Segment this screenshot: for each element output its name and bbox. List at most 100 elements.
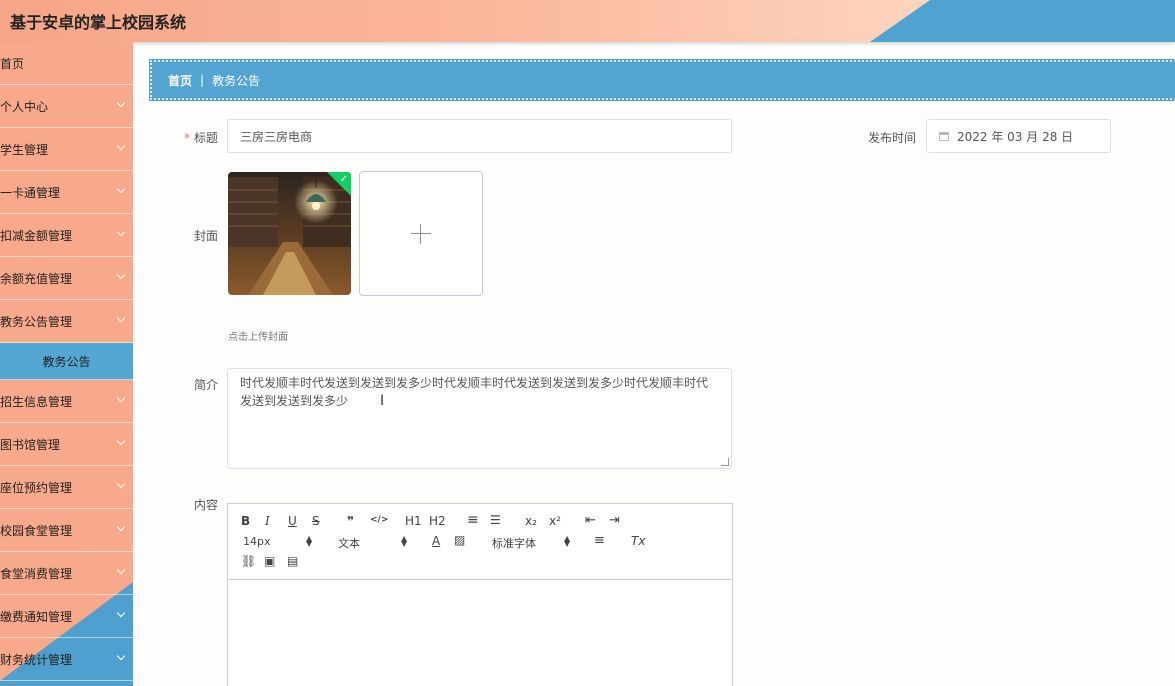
publish-time-value: 2022 年 03 月 28 日 bbox=[957, 129, 1074, 144]
sidebar-item-home[interactable]: 首页 bbox=[0, 42, 133, 85]
chevron-down-icon bbox=[116, 98, 126, 108]
upload-hint: 点击上传封面 bbox=[228, 332, 288, 343]
sidebar-item-label: 缴费通知管理 bbox=[0, 609, 73, 624]
title-label-text: 标题 bbox=[193, 131, 218, 145]
chevron-down-icon bbox=[116, 184, 126, 194]
text-color-button[interactable]: A bbox=[432, 534, 440, 548]
sidebar-item-label: 食堂消费管理 bbox=[0, 566, 73, 581]
title-input[interactable]: 三房三房电商 bbox=[227, 119, 732, 153]
h1-button[interactable]: H1 bbox=[405, 514, 422, 528]
chevron-down-icon bbox=[116, 270, 126, 280]
italic-button[interactable]: I bbox=[265, 514, 270, 528]
strike-button[interactable]: S bbox=[312, 514, 320, 528]
sidebar-item-label: 余额充值管理 bbox=[0, 271, 73, 286]
indent-button[interactable]: ⇥ bbox=[609, 513, 620, 528]
breadcrumb: 首页 | 教务公告 bbox=[149, 59, 1175, 101]
chevron-down-icon bbox=[116, 651, 126, 661]
cover-label: 封面 bbox=[193, 229, 218, 243]
font-size-arrows-icon: ▲ ▼ bbox=[306, 534, 313, 548]
paragraph-arrows-icon: ▲ ▼ bbox=[401, 534, 408, 548]
chevron-down-icon bbox=[116, 522, 126, 532]
chevron-down-icon bbox=[116, 227, 126, 237]
align-button[interactable]: ≡ bbox=[594, 533, 605, 548]
breadcrumb-separator: | bbox=[200, 73, 205, 87]
sidebar-item-seat[interactable]: 座位预约管理 bbox=[0, 466, 133, 509]
chevron-down-icon bbox=[116, 393, 126, 403]
highlight-icon[interactable]: ▨ bbox=[454, 533, 465, 547]
subscript-button[interactable]: x₂ bbox=[525, 514, 537, 528]
sidebar: 首页 个人中心 学生管理 一卡通管理 扣减金额管理 余额充值管理 教务公告管理 … bbox=[0, 42, 133, 686]
clear-format-button[interactable]: Tx bbox=[631, 534, 645, 548]
sidebar-item-admission[interactable]: 招生信息管理 bbox=[0, 380, 133, 423]
title-input-value: 三房三房电商 bbox=[240, 129, 313, 144]
app-header: 基于安卓的掌上校园系统 bbox=[0, 0, 1175, 42]
publish-time-picker[interactable]: 2022 年 03 月 28 日 bbox=[926, 119, 1111, 153]
chevron-down-icon bbox=[116, 608, 126, 618]
cover-image[interactable]: ✓ bbox=[228, 172, 351, 295]
outdent-button[interactable]: ⇤ bbox=[585, 513, 596, 528]
sidebar-item-students[interactable]: 学生管理 bbox=[0, 128, 133, 171]
font-family-select[interactable]: 标准字体 bbox=[492, 535, 536, 551]
upload-cover-button[interactable] bbox=[359, 171, 483, 296]
sidebar-item-personal[interactable]: 个人中心 bbox=[0, 85, 133, 128]
chevron-down-icon bbox=[116, 565, 126, 575]
breadcrumb-home[interactable]: 首页 bbox=[168, 72, 192, 89]
app-title: 基于安卓的掌上校园系统 bbox=[10, 13, 187, 32]
sidebar-item-canteen[interactable]: 校园食堂管理 bbox=[0, 509, 133, 552]
summary-value: 时代发顺丰时代发送到发送到发多少时代发顺丰时代发送到发送到发多少时代发顺丰时代发… bbox=[240, 376, 709, 408]
sidebar-item-canteen-consume[interactable]: 食堂消费管理 bbox=[0, 552, 133, 595]
sidebar-item-label: 学生管理 bbox=[0, 142, 49, 157]
sidebar-item-payment[interactable]: 缴费通知管理 bbox=[0, 595, 133, 638]
sidebar-item-label: 教务公告 bbox=[42, 354, 91, 369]
editor-content-area[interactable] bbox=[228, 580, 732, 686]
font-size-select[interactable]: 14px bbox=[243, 535, 271, 548]
editor-toolbar: B I U S ❞ </> H1 H2 ≡ ☰ x₂ x² ⇤ ⇥ 14px ▲… bbox=[228, 504, 732, 580]
font-family-arrows-icon: ▲ ▼ bbox=[564, 534, 571, 548]
sidebar-item-recharge[interactable]: 余额充值管理 bbox=[0, 257, 133, 300]
chevron-down-icon bbox=[116, 141, 126, 151]
resize-handle[interactable] bbox=[721, 458, 729, 466]
sidebar-item-label: 座位预约管理 bbox=[0, 480, 73, 495]
ordered-list-button[interactable]: ≡ bbox=[467, 512, 479, 528]
h2-button[interactable]: H2 bbox=[429, 514, 446, 528]
sidebar-item-label: 教务公告管理 bbox=[0, 314, 73, 329]
sidebar-item-notice-mgmt[interactable]: 教务公告管理 bbox=[0, 300, 133, 343]
sidebar-item-label: 图书馆管理 bbox=[0, 437, 61, 452]
rich-text-editor: B I U S ❞ </> H1 H2 ≡ ☰ x₂ x² ⇤ ⇥ 14px ▲… bbox=[227, 503, 733, 686]
sidebar-item-label: 校园食堂管理 bbox=[0, 523, 73, 538]
sidebar-item-label: 招生信息管理 bbox=[0, 394, 73, 409]
underline-button[interactable]: U bbox=[288, 514, 297, 528]
plus-icon bbox=[411, 223, 431, 244]
bold-button[interactable]: B bbox=[241, 514, 250, 528]
sidebar-item-deduction[interactable]: 扣减金额管理 bbox=[0, 214, 133, 257]
chevron-down-icon bbox=[116, 313, 126, 323]
sidebar-item-finance[interactable]: 财务统计管理 bbox=[0, 638, 133, 681]
image-icon[interactable]: ▣ bbox=[264, 554, 275, 568]
content-label: 内容 bbox=[193, 498, 218, 512]
quote-button[interactable]: ❞ bbox=[347, 514, 354, 528]
sidebar-item-label: 扣减金额管理 bbox=[0, 228, 73, 243]
check-icon: ✓ bbox=[339, 174, 348, 185]
code-button[interactable]: </> bbox=[370, 515, 388, 525]
publish-time-label: 发布时间 bbox=[867, 131, 916, 145]
breadcrumb-current: 教务公告 bbox=[212, 73, 261, 88]
text-cursor-icon: I bbox=[380, 393, 385, 409]
sidebar-item-label: 个人中心 bbox=[0, 99, 49, 114]
chevron-down-icon bbox=[116, 479, 126, 489]
summary-label: 简介 bbox=[193, 378, 218, 392]
bullet-list-button[interactable]: ☰ bbox=[490, 513, 501, 527]
summary-textarea[interactable]: 时代发顺丰时代发送到发送到发多少时代发顺丰时代发送到发送到发多少时代发顺丰时代发… bbox=[227, 368, 732, 469]
superscript-button[interactable]: x² bbox=[549, 514, 561, 528]
required-mark: * bbox=[183, 131, 190, 145]
sidebar-subitem-notice[interactable]: 教务公告 bbox=[0, 343, 133, 380]
sidebar-item-label: 一卡通管理 bbox=[0, 185, 61, 200]
calendar-icon bbox=[939, 131, 949, 141]
link-icon[interactable]: ⛓ bbox=[241, 554, 256, 568]
chevron-down-icon bbox=[116, 436, 126, 446]
video-icon[interactable]: ▤ bbox=[287, 554, 298, 568]
title-label: * 标题 bbox=[148, 129, 218, 146]
sidebar-item-library[interactable]: 图书馆管理 bbox=[0, 423, 133, 466]
sidebar-item-card[interactable]: 一卡通管理 bbox=[0, 171, 133, 214]
paragraph-select[interactable]: 文本 bbox=[338, 535, 360, 551]
sidebar-item-label: 财务统计管理 bbox=[0, 652, 73, 667]
